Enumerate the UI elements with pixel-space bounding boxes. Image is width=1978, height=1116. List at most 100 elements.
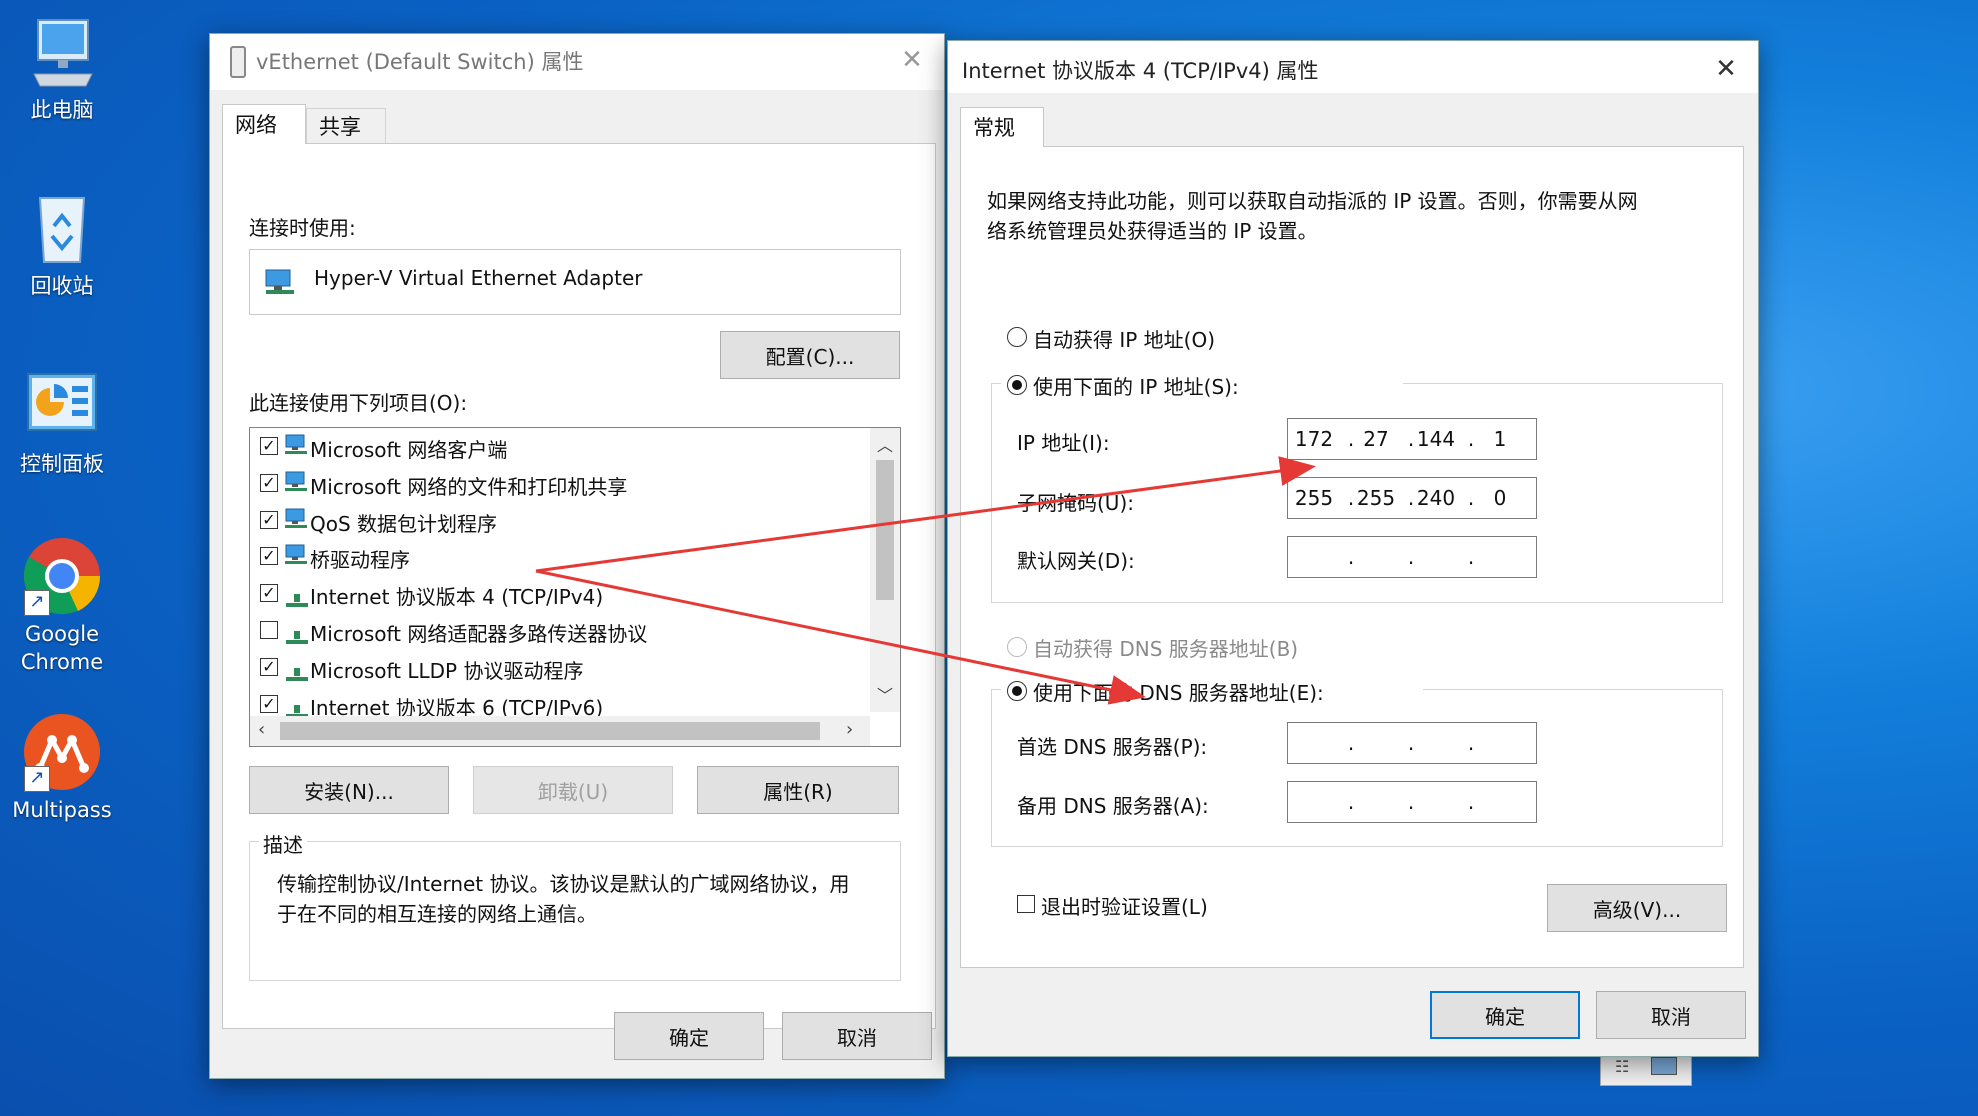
validate-checkbox[interactable] [1017,895,1035,913]
scroll-down-icon[interactable]: ﹀ [877,682,893,706]
scroll-h-thumb[interactable] [280,722,820,740]
item-checkbox[interactable]: ✓ [260,547,278,566]
ok-button[interactable]: 确定 [614,1012,764,1060]
scroll-right-icon[interactable]: › [846,719,853,740]
configure-button[interactable]: 配置(C)... [720,331,900,379]
manual-ip-legend[interactable]: 使用下面的 IP 地址(S): [1001,369,1403,400]
network-client-icon [284,508,308,530]
cancel-button[interactable]: 取消 [1596,991,1746,1039]
tab-sharing[interactable]: 共享 [306,108,386,144]
list-item[interactable]: ✓ Internet 协议版本 4 (TCP/IPv4) [260,579,860,610]
recycle-bin-icon [22,188,102,268]
auto-ip-radio[interactable] [1007,327,1027,347]
item-checkbox[interactable]: ✓ [260,584,278,603]
item-label: Microsoft LLDP 协议驱动程序 [310,658,584,683]
horizontal-scrollbar[interactable]: ‹ › [250,716,870,746]
ip-dot: . [1347,790,1355,814]
auto-dns-radio[interactable] [1007,637,1027,657]
advanced-button[interactable]: 高级(V)... [1547,884,1727,932]
vertical-scrollbar[interactable]: ︿ ﹀ [870,428,900,712]
ok-button[interactable]: 确定 [1430,991,1580,1039]
manual-dns-label[interactable]: 使用下面的 DNS 服务器地址(E): [1033,677,1324,706]
item-checkbox[interactable]: ✓ [260,657,278,676]
subnet-octet-3: 240 [1416,486,1456,510]
shortcut-arrow-icon: ↗ [24,590,50,616]
manual-ip-label[interactable]: 使用下面的 IP 地址(S): [1033,371,1239,400]
description-text-line2: 于在不同的相互连接的网络上通信。 [277,902,597,926]
list-item[interactable]: Microsoft 网络适配器多路传送器协议 [260,616,860,646]
list-item[interactable]: ✓ QoS 数据包计划程序 [260,506,860,536]
list-view-icon[interactable]: ☷ [1615,1057,1629,1076]
cancel-button[interactable]: 取消 [782,1012,932,1060]
alternate-dns-field[interactable]: . . . [1287,781,1537,823]
auto-dns-label[interactable]: 自动获得 DNS 服务器地址(B) [1033,633,1298,662]
desktop-icon-label: 控制面板 [20,452,104,476]
ip-octet-4: 1 [1493,427,1507,451]
network-adapter-icon [265,269,294,294]
this-pc-icon [22,12,102,92]
validate-label[interactable]: 退出时验证设置(L) [1041,891,1208,920]
close-icon[interactable]: ✕ [1708,51,1744,87]
ip-dot: . [1467,731,1475,755]
uninstall-button[interactable]: 卸载(U) [473,766,673,814]
description-legend: 描述 [259,829,307,858]
gateway-field[interactable]: . . . [1287,536,1537,578]
list-item[interactable]: ✓ Internet 协议版本 6 (TCP/IPv6) [260,690,860,720]
items-list: ✓ Microsoft 网络客户端 ✓ Microsoft 网络的文件和打印机共享 ✓ Q… [249,427,901,747]
manual-ip-radio[interactable] [1007,375,1027,395]
ip-address-label: IP 地址(I): [1017,431,1110,455]
subnet-octet-4: 0 [1493,486,1507,510]
close-icon[interactable]: ✕ [894,42,930,78]
desktop-icon-recycle-bin[interactable]: 回收站 [2,188,122,300]
list-item[interactable]: ✓ Microsoft LLDP 协议驱动程序 [260,653,860,683]
description-text-line1: 传输控制协议/Internet 协议。该协议是默认的广域网络协议，用 [277,872,850,896]
scroll-left-icon[interactable]: ‹ [258,719,265,740]
list-item[interactable]: ✓ Microsoft 网络的文件和打印机共享 [260,469,860,499]
subnet-mask-field[interactable]: 255 . 255 . 240 . 0 [1287,477,1537,519]
install-button[interactable]: 安装(N)... [249,766,449,814]
item-checkbox[interactable]: ✓ [260,510,278,529]
item-checkbox[interactable]: ✓ [260,694,278,713]
protocol-icon [286,663,308,681]
scroll-up-icon[interactable]: ︿ [877,432,893,456]
manual-dns-legend[interactable]: 使用下面的 DNS 服务器地址(E): [1001,675,1423,706]
ip-octet-2: 27 [1363,427,1389,451]
desktop-icon-label: Multipass [12,798,112,822]
gateway-label: 默认网关(D): [1017,549,1135,573]
desktop-icon-multipass[interactable]: ↗ Multipass [2,712,122,824]
auto-ip-label[interactable]: 自动获得 IP 地址(O) [1033,324,1215,353]
ip-dot: . [1467,486,1475,510]
desktop-icon-control-panel[interactable]: 控制面板 [2,366,122,478]
item-label: Internet 协议版本 4 (TCP/IPv4) [310,585,604,610]
item-checkbox[interactable] [260,621,278,639]
details-view-icon[interactable] [1651,1057,1677,1075]
desktop-icon-this-pc[interactable]: 此电脑 [2,12,122,124]
ip-octet-1: 172 [1294,427,1334,451]
item-label: Microsoft 网络客户端 [310,438,508,462]
protocol-icon [286,626,308,644]
shortcut-arrow-icon: ↗ [24,766,50,792]
manual-dns-radio[interactable] [1007,681,1027,701]
list-item[interactable]: ✓ Microsoft 网络客户端 [260,432,860,462]
properties-button[interactable]: 属性(R) [697,766,899,814]
tab-network[interactable]: 网络 [222,104,306,144]
desktop-icon-chrome[interactable]: ↗ Google Chrome [2,536,122,676]
ip-dot: . [1347,545,1355,569]
item-checkbox[interactable]: ✓ [260,473,278,492]
general-tab-panel: 如果网络支持此功能，则可以获取自动指派的 IP 设置。否则，你需要从网 络系统管… [960,146,1744,968]
preferred-dns-field[interactable]: . . . [1287,722,1537,764]
list-item[interactable]: ✓ 桥驱动程序 [260,542,860,572]
network-client-icon [284,434,308,456]
control-panel-icon [22,366,102,446]
tab-general[interactable]: 常规 [960,107,1044,147]
scroll-thumb[interactable] [876,460,894,600]
subnet-octet-2: 255 [1356,486,1396,510]
ip-octet-3: 144 [1416,427,1456,451]
items-label: 此连接使用下列项目(O): [249,391,468,415]
network-client-icon [284,544,308,566]
title-bar[interactable]: vEthernet (Default Switch) 属性 ✕ [210,34,944,90]
ip-address-field[interactable]: 172 . 27 . 144 . 1 [1287,418,1537,460]
item-checkbox[interactable]: ✓ [260,437,278,455]
preferred-dns-label: 首选 DNS 服务器(P): [1017,735,1208,759]
title-bar[interactable]: Internet 协议版本 4 (TCP/IPv4) 属性 ✕ [948,41,1758,93]
